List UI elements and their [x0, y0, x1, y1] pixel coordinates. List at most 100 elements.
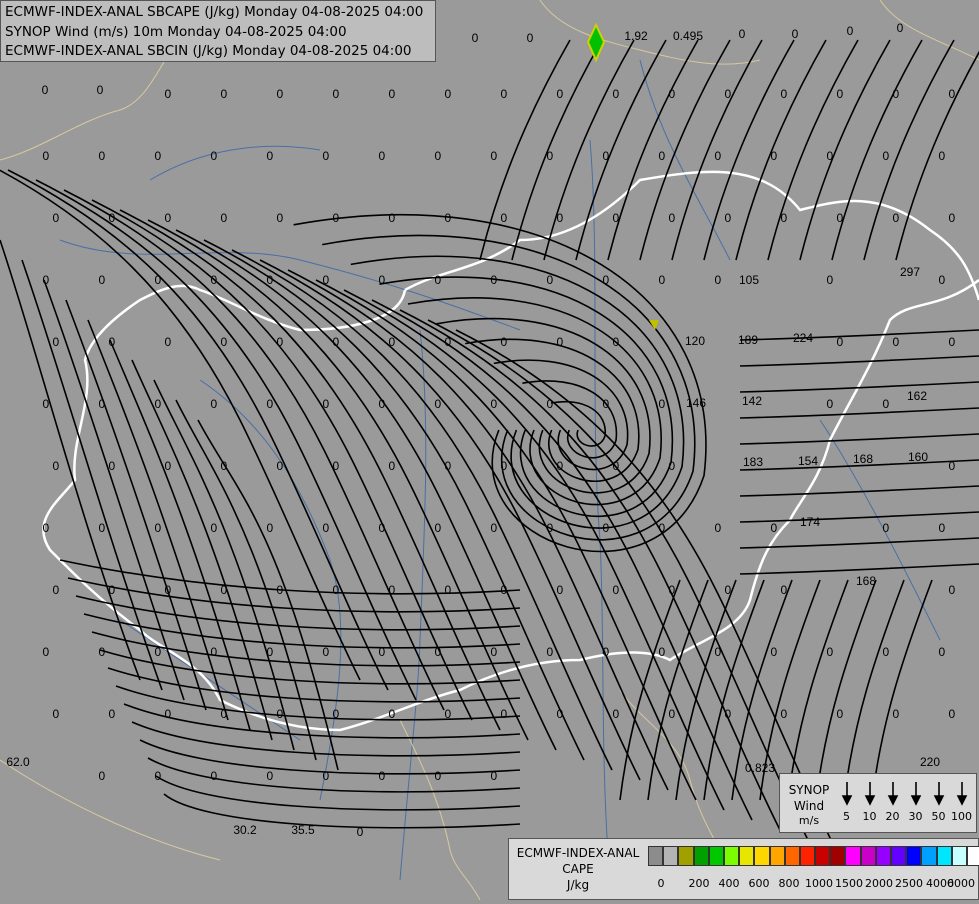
map-value-label-zero: 0 — [556, 707, 563, 721]
map-value-label-zero: 0 — [276, 211, 283, 225]
map-value-label-zero: 0 — [490, 273, 497, 287]
streamline — [511, 39, 603, 261]
map-value-label-zero: 0 — [444, 707, 451, 721]
map-value-label-zero: 0 — [658, 521, 665, 535]
map-value-label-zero: 0 — [322, 769, 329, 783]
map-value-label-zero: 0 — [724, 211, 731, 225]
cape-swatch — [678, 846, 694, 866]
map-value-label-zero: 0 — [602, 521, 609, 535]
map-value-label-zero: 0 — [826, 149, 833, 163]
map-value-label-zero: 0 — [546, 273, 553, 287]
wind-legend-speeds: 5 10 20 30 50 100 — [843, 810, 972, 823]
map-value-label-zero: 0 — [612, 335, 619, 349]
map-value-label-zero: 0 — [780, 583, 787, 597]
map-value-label-zero: 0 — [388, 335, 395, 349]
map-value-label-zero: 0 — [210, 645, 217, 659]
streamline — [739, 329, 979, 341]
cape-legend-title: ECMWF-INDEX-ANAL CAPE J/kg — [516, 846, 640, 892]
map-value-label-zero: 0 — [612, 211, 619, 225]
map-value-label-zero: 0 — [612, 583, 619, 597]
map-value-label-zero: 0 — [98, 769, 105, 783]
map-value-label-zero: 0 — [948, 459, 955, 473]
wind-legend: SYNOP Wind m/s 5 10 20 30 50 100 — [779, 773, 977, 833]
map-value-label: 162 — [907, 389, 927, 403]
map-value-label-zero: 0 — [882, 149, 889, 163]
cape-swatch — [708, 846, 724, 866]
map-value-label-zero: 0 — [154, 273, 161, 287]
map-value-label-zero: 0 — [52, 459, 59, 473]
streamline — [350, 255, 685, 529]
map-value-label-zero: 0 — [556, 583, 563, 597]
map-value-label-zero: 0 — [658, 273, 665, 287]
map-value-label-zero: 0 — [108, 707, 115, 721]
map-value-label-zero: 0 — [52, 335, 59, 349]
map-value-label-zero: 0 — [500, 211, 507, 225]
map-value-label-zero: 0 — [154, 769, 161, 783]
map-value-label-zero: 0 — [378, 397, 385, 411]
cape-swatch — [906, 846, 922, 866]
map-value-label-zero: 0 — [434, 521, 441, 535]
map-value-label: 35.5 — [291, 823, 315, 837]
wind-legend-title: SYNOP Wind — [788, 783, 830, 813]
cape-swatch — [815, 846, 831, 866]
map-value-label-zero: 0 — [500, 707, 507, 721]
map-value-label: 146 — [686, 396, 706, 410]
map-value-label-zero: 0 — [602, 645, 609, 659]
map-value-label-zero: 0 — [770, 645, 777, 659]
map-value-label-zero: 0 — [164, 211, 171, 225]
map-value-label: 0 — [739, 27, 746, 41]
map-value-label-zero: 0 — [42, 645, 49, 659]
map-value-label-zero: 0 — [948, 87, 955, 101]
wind-legend-units: m/s — [798, 814, 820, 827]
map-value-label-zero: 0 — [322, 397, 329, 411]
cape-tick-label: 600 — [748, 877, 770, 890]
cape-swatch — [648, 846, 664, 866]
map-value-label-zero: 0 — [444, 87, 451, 101]
map-value-label-zero: 0 — [210, 273, 217, 287]
map-value-label: 1.92 — [624, 29, 648, 43]
map-value-label-zero: 0 — [276, 87, 283, 101]
map-value-label-zero: 0 — [882, 645, 889, 659]
streamline — [153, 379, 295, 751]
streamline — [607, 39, 699, 261]
streamline — [739, 355, 979, 367]
map-value-label-zero: 0 — [546, 645, 553, 659]
map-value-label: 154 — [798, 454, 818, 468]
map-value-label-zero: 0 — [938, 273, 945, 287]
map-value-label-zero: 0 — [210, 521, 217, 535]
map-value-label-zero: 0 — [220, 459, 227, 473]
map-value-label: 174 — [800, 515, 820, 529]
map-value-label-zero: 0 — [938, 645, 945, 659]
map-value-label-zero: 0 — [826, 397, 833, 411]
streamline — [739, 485, 979, 497]
map-value-label-zero: 0 — [500, 459, 507, 473]
map-value-label-zero: 0 — [98, 273, 105, 287]
map-value-label-zero: 0 — [164, 583, 171, 597]
map-value-label-zero: 0 — [98, 397, 105, 411]
map-value-label-zero: 0 — [546, 397, 553, 411]
map-value-label-zero: 0 — [164, 459, 171, 473]
map-value-label-zero: 0 — [52, 211, 59, 225]
map-value-label: 142 — [742, 394, 762, 408]
streamline — [575, 39, 667, 261]
map-value-label-zero: 0 — [378, 273, 385, 287]
map-value-label-zero: 0 — [108, 583, 115, 597]
map-value-label-zero: 0 — [164, 87, 171, 101]
map-value-label-zero: 0 — [836, 335, 843, 349]
map-value-label-zero: 0 — [658, 397, 665, 411]
map-value-label-zero: 0 — [210, 769, 217, 783]
map-value-label-zero: 0 — [724, 583, 731, 597]
map-value-label-zero: 0 — [42, 521, 49, 535]
map-value-label-zero: 0 — [770, 521, 777, 535]
map-value-label-zero: 0 — [714, 645, 721, 659]
map-value-label-zero: 0 — [266, 149, 273, 163]
map-value-label-zero: 0 — [378, 645, 385, 659]
map-value-label-zero: 0 — [826, 273, 833, 287]
map-value-label-zero: 0 — [276, 335, 283, 349]
map-value-label: 0 — [357, 825, 364, 839]
map-value-label-zero: 0 — [378, 769, 385, 783]
cape-swatch — [966, 846, 979, 866]
map-value-label: 105 — [739, 273, 759, 287]
map-value-label: 0.495 — [673, 29, 703, 43]
map-value-label-zero: 0 — [52, 583, 59, 597]
